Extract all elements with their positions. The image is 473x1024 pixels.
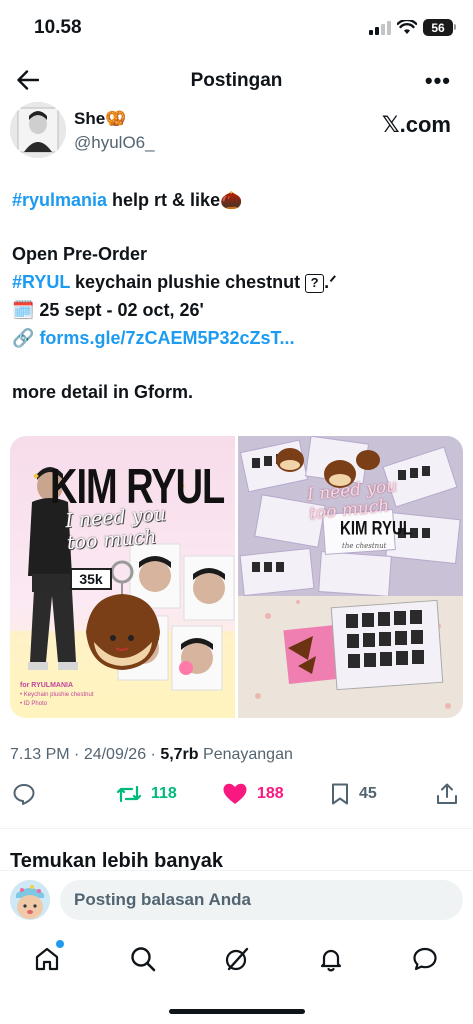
tweet-author: She🥨 @hyulO6_ 𝕏.com: [10, 102, 463, 160]
retweet-button[interactable]: 118: [116, 782, 177, 806]
page-title: Postingan: [190, 70, 283, 91]
tweet-text: #ryulmania help rt & like🌰 Open Pre-Orde…: [12, 186, 461, 406]
grok-icon: [225, 947, 249, 971]
bottom-tab-bar: [0, 928, 473, 1024]
price-badge: 35k: [70, 568, 112, 590]
gform-link[interactable]: forms.gle/7zCAEM5P32cZsT...: [39, 328, 294, 348]
cellular-signal-icon: [369, 20, 391, 35]
tweet-date: 24/09/26: [83, 746, 147, 763]
chat-icon: [413, 947, 437, 971]
tweet-meta: 7.13 PM · 24/09/26 · 5,7rb Penayangan: [10, 746, 293, 763]
author-handle[interactable]: @hyulO6_: [74, 133, 155, 153]
like-count: 188: [257, 785, 284, 802]
bell-icon: [320, 949, 342, 972]
retweet-count: 118: [151, 785, 177, 802]
tweet-media: KIM RYUL I need you too much 35k for RYU…: [10, 436, 463, 718]
tab-notifications[interactable]: [314, 942, 348, 976]
link-emoji-icon: 🔗: [12, 328, 35, 348]
tab-search[interactable]: [126, 942, 160, 976]
home-indicator: [168, 1009, 305, 1014]
avatar[interactable]: [10, 102, 66, 158]
hashtag-ryul[interactable]: #RYUL: [12, 272, 70, 292]
tweet-line-6: more detail in Gform.: [12, 382, 194, 402]
media-products-bottom: [238, 596, 463, 718]
like-button[interactable]: 188: [222, 782, 284, 806]
avatar-photo: [10, 102, 66, 158]
status-time: 10.58: [34, 17, 82, 38]
share-icon: [437, 783, 457, 804]
status-icons: 56: [369, 19, 456, 36]
media-image-products[interactable]: KIM RYUL the chestnut I need you too muc…: [238, 436, 463, 718]
tweet-line-3: keychain plushie chestnut: [70, 272, 306, 292]
product-card-subtitle: the chestnut: [342, 542, 387, 550]
hashtag-ryulmania[interactable]: #ryulmania: [12, 190, 107, 210]
question-keycap-icon: ?: [305, 273, 325, 293]
tweet-line-1: help rt & like🌰: [107, 190, 243, 210]
tab-grok[interactable]: [220, 942, 254, 976]
author-name[interactable]: She🥨: [74, 109, 126, 129]
tweet-line-2: Open Pre-Order: [12, 244, 148, 264]
user-avatar[interactable]: [10, 880, 50, 920]
notification-dot: [56, 940, 64, 948]
reply-icon: [13, 784, 35, 805]
poster-caption-head: for RYULMANIA: [20, 682, 74, 689]
more-options-icon[interactable]: •••: [425, 68, 451, 94]
reply-button[interactable]: [12, 782, 36, 806]
tab-messages[interactable]: [408, 942, 442, 976]
xcom-source-label: 𝕏.com: [381, 112, 451, 137]
product-card-title: KIM RYUL: [340, 517, 412, 540]
tweet-line-3-tail: .ᐟ: [324, 272, 337, 292]
status-bar: 10.58 56: [0, 0, 473, 56]
views-label: Penayangan: [203, 746, 293, 763]
bookmark-count: 45: [359, 785, 377, 802]
divider: [0, 828, 473, 829]
retweet-icon: [116, 785, 142, 803]
reply-input[interactable]: Posting balasan Anda: [60, 880, 463, 920]
heart-icon: [223, 783, 247, 804]
wifi-icon: [397, 20, 417, 34]
bookmark-button[interactable]: 45: [330, 782, 377, 806]
search-icon: [131, 947, 156, 972]
poster-script-text: I need you too much: [64, 503, 167, 555]
user-avatar-photo: [10, 880, 50, 920]
calendar-emoji-icon: 🗓️: [12, 300, 35, 320]
top-nav: Postingan •••: [0, 58, 473, 102]
share-button[interactable]: [436, 782, 458, 806]
discover-heading: Temukan lebih banyak: [10, 850, 224, 872]
home-icon: [35, 947, 59, 971]
tweet-line-4: 25 sept - 02 oct, 26': [34, 300, 204, 320]
media-image-poster[interactable]: KIM RYUL I need you too much 35k for RYU…: [10, 436, 235, 718]
battery-icon: 56: [423, 19, 456, 36]
poster-caption-item: • ID Photo: [20, 701, 48, 707]
product-tray-artwork: [255, 599, 451, 709]
view-count: 5,7rb: [160, 746, 199, 763]
bookmark-icon: [332, 783, 348, 805]
reply-bar: Posting balasan Anda: [0, 870, 473, 928]
tweet-time: 7.13 PM: [10, 746, 70, 763]
tab-home[interactable]: [30, 940, 64, 976]
media-products-top: KIM RYUL the chestnut I need you too muc…: [238, 436, 463, 596]
tweet-actions: 118 188 45: [0, 782, 473, 812]
poster-caption-item: • Keychain plushie chestnut: [20, 692, 94, 698]
